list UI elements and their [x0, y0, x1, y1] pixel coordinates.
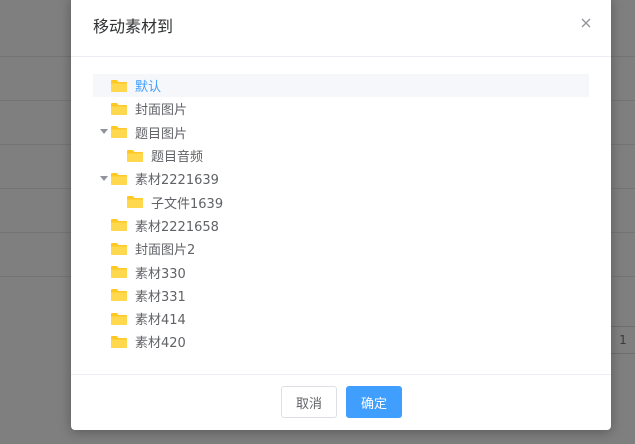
folder-icon [111, 312, 127, 325]
tree-node-label: 素材2221639 [135, 173, 219, 189]
tree-node[interactable]: 封面图片2 [93, 237, 589, 260]
folder-icon [111, 126, 127, 139]
folder-icon [127, 196, 143, 209]
tree-node-label: 封面图片 [135, 103, 188, 119]
dialog-header: 移动素材到 [71, 0, 611, 57]
tree-node[interactable]: 素材2221639 [93, 167, 589, 190]
move-material-dialog: 移动素材到 默认封面图片题目图片题目音频素材2221639 子文件1639 素材22… [71, 0, 611, 430]
folder-icon [111, 289, 127, 302]
tree-node-label: 子文件1639 [151, 196, 224, 212]
tree-node[interactable]: 素材330 [93, 260, 589, 283]
tree-node-label: 素材2221658 [135, 219, 219, 235]
tree-node[interactable]: 素材331 [93, 284, 589, 307]
tree-node-label: 封面图片2 [135, 243, 196, 259]
folder-icon [111, 266, 127, 279]
folder-tree: 默认封面图片题目图片题目音频素材2221639 子文件1639 素材2221658 封… [93, 74, 589, 354]
caret-down-icon[interactable] [99, 174, 109, 184]
tree-node-label: 素材331 [135, 289, 186, 305]
tree-node-label: 素材420 [135, 336, 186, 352]
tree-node[interactable]: 素材414 [93, 307, 589, 330]
folder-icon [127, 149, 143, 162]
folder-icon [111, 219, 127, 232]
tree-node[interactable]: 封面图片 [93, 97, 589, 120]
tree-node-label: 题目音频 [151, 150, 204, 166]
tree-node-label: 题目图片 [135, 126, 188, 142]
tree-node[interactable]: 题目音频 [93, 144, 589, 167]
folder-icon [111, 242, 127, 255]
dialog-title: 移动素材到 [93, 17, 174, 36]
tree-node-label: 素材414 [135, 313, 186, 329]
close-icon[interactable] [579, 16, 593, 30]
tree-node-label: 默认 [135, 80, 162, 96]
tree-node[interactable]: 题目图片 [93, 121, 589, 144]
confirm-button[interactable]: 确定 [346, 386, 402, 418]
folder-icon [111, 102, 127, 115]
folder-icon [111, 79, 127, 92]
tree-node[interactable]: 子文件1639 [93, 190, 589, 213]
dialog-footer: 取消 确定 [71, 374, 611, 430]
tree-node[interactable]: 默认 [93, 74, 589, 98]
folder-icon [111, 172, 127, 185]
cancel-button[interactable]: 取消 [281, 386, 337, 418]
tree-node[interactable]: 素材2221658 [93, 214, 589, 237]
caret-down-icon[interactable] [99, 127, 109, 137]
tree-node-label: 素材330 [135, 266, 186, 282]
tree-node[interactable]: 素材420 [93, 330, 589, 353]
folder-icon [111, 335, 127, 348]
